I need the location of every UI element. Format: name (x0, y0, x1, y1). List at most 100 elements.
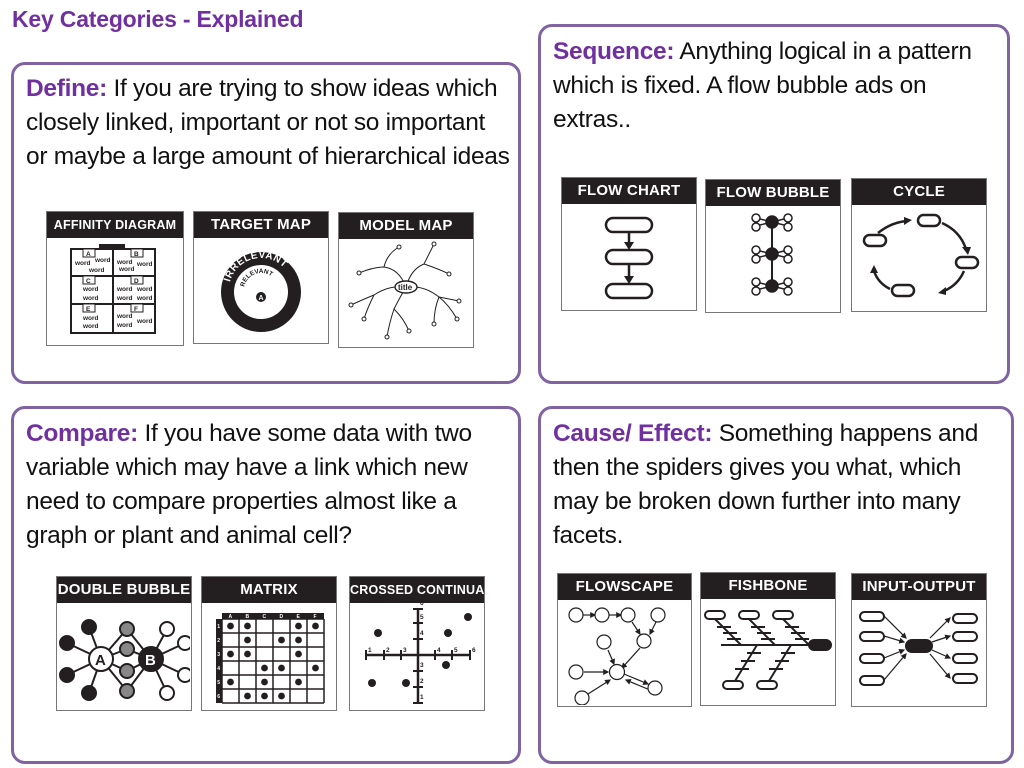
x-tick-label: 2 (386, 647, 390, 654)
matrix-dot (312, 664, 319, 672)
card-cycle: CYCLE (851, 178, 987, 312)
matrix-row-label: 1 (217, 624, 220, 630)
card-matrix: MATRIX ABCDEF123456 (201, 576, 337, 711)
card-title: FLOWSCAPE (558, 574, 691, 600)
svg-text:word: word (116, 295, 133, 302)
card-target-map: TARGET MAP IRRELEVANT RELEVANT A (193, 211, 329, 344)
y-tick-label: 1 (420, 694, 424, 701)
cause-effect-keyword: Cause/ Effect: (553, 420, 713, 447)
fishbone-icon (704, 610, 832, 690)
svg-text:word: word (82, 286, 99, 293)
scatter-point (402, 679, 410, 687)
svg-text:word: word (116, 286, 133, 293)
svg-text:word: word (74, 260, 91, 267)
card-title: FISHBONE (701, 573, 835, 599)
compare-description: Compare: If you have some data with two … (26, 417, 516, 553)
svg-text:word: word (88, 267, 105, 274)
svg-text:word: word (116, 259, 133, 266)
card-title: CROSSED CONTINUA (350, 577, 484, 603)
matrix-dot (278, 664, 285, 672)
card-model-map: MODEL MAP title (338, 212, 474, 348)
matrix-dot (261, 692, 268, 700)
crossed-continua-icon: 1 2 3 4 5 6 1 2 3 4 5 6 (365, 603, 476, 704)
matrix-row-label: 4 (217, 666, 220, 672)
matrix-row-label: 2 (217, 638, 220, 644)
matrix-dot (295, 678, 302, 686)
input-output-icon (859, 611, 978, 686)
svg-text:F: F (134, 306, 138, 313)
x-tick-label: 6 (472, 647, 476, 654)
cause-effect-description: Cause/ Effect: Something happens and the… (553, 417, 998, 553)
svg-text:B: B (134, 251, 139, 258)
card-double-bubble: DOUBLE BUBBLE A B (56, 576, 192, 711)
matrix-dot (295, 650, 302, 658)
card-title: AFFINITY DIAGRAM (47, 212, 183, 238)
affinity-label: A (86, 251, 91, 258)
target-center-label: A (259, 295, 264, 302)
flowscape-icon (568, 607, 666, 705)
svg-text:word: word (136, 295, 153, 302)
card-title: MATRIX (202, 577, 336, 603)
svg-text:word: word (116, 313, 133, 320)
compare-keyword: Compare: (26, 420, 138, 447)
svg-text:word: word (118, 266, 135, 273)
model-map-center-label: title (398, 283, 413, 292)
matrix-icon: A B C D E F123456 (216, 613, 325, 704)
sequence-keyword: Sequence: (553, 38, 675, 65)
svg-text:word: word (82, 315, 99, 322)
page-title: Key Categories - Explained (12, 6, 304, 32)
y-tick-label: 4 (420, 630, 424, 637)
card-title: FLOW BUBBLE (706, 180, 840, 206)
card-title: FLOW CHART (562, 178, 696, 204)
scatter-point (442, 661, 450, 669)
x-tick-label: 5 (454, 647, 458, 654)
x-tick-label: 1 (368, 647, 372, 654)
scatter-point (464, 613, 472, 621)
card-flowscape: FLOWSCAPE (557, 573, 692, 707)
matrix-dot (244, 636, 251, 644)
y-tick-label: 2 (420, 678, 424, 685)
svg-text:word: word (136, 286, 153, 293)
card-title: DOUBLE BUBBLE (57, 577, 191, 603)
double-bubble-right-label: B (145, 652, 156, 669)
double-bubble-left-label: A (95, 652, 106, 669)
x-tick-label: 3 (403, 647, 407, 654)
matrix-dot (295, 636, 302, 644)
y-tick-label: 5 (420, 614, 424, 621)
define-keyword: Define: (26, 75, 107, 102)
model-map-icon: title (348, 241, 462, 340)
card-flow-bubble: FLOW BUBBLE (705, 179, 841, 313)
scatter-point (374, 629, 382, 637)
cycle-icon (862, 213, 980, 298)
card-fishbone: FISHBONE (700, 572, 836, 706)
matrix-dot (227, 678, 234, 686)
svg-text:word: word (116, 322, 133, 329)
svg-text:D: D (134, 278, 139, 285)
matrix-row-label: 6 (217, 694, 220, 700)
y-tick-label: 6 (420, 603, 424, 607)
matrix-row-label: 3 (217, 652, 220, 658)
define-description: Define: If you are trying to show ideas … (26, 72, 511, 174)
matrix-dot (227, 650, 234, 658)
affinity-diagram-icon: A B C D E F word word word word word wor… (70, 244, 156, 334)
matrix-dot (227, 622, 234, 630)
matrix-dot (312, 622, 319, 630)
double-bubble-icon: A B (59, 619, 190, 701)
card-title: TARGET MAP (194, 212, 328, 238)
svg-text:word: word (136, 318, 153, 325)
matrix-dot (244, 650, 251, 658)
card-title: CYCLE (852, 179, 986, 205)
card-affinity-diagram: AFFINITY DIAGRAM A B C D E F word word w… (46, 211, 184, 346)
matrix-dot (295, 622, 302, 630)
card-flow-chart: FLOW CHART (561, 177, 697, 311)
svg-text:word: word (94, 257, 111, 264)
flow-chart-icon (604, 216, 654, 300)
svg-text:word: word (136, 261, 153, 268)
card-crossed-continua: CROSSED CONTINUA 1 2 3 4 5 6 1 2 3 4 5 6 (349, 576, 485, 711)
matrix-dot (278, 636, 285, 644)
y-tick-label: 3 (420, 662, 424, 669)
matrix-row-label: 5 (217, 680, 220, 686)
svg-text:word: word (82, 295, 99, 302)
card-input-output: INPUT-OUTPUT (851, 573, 987, 707)
card-title: INPUT-OUTPUT (852, 574, 986, 600)
